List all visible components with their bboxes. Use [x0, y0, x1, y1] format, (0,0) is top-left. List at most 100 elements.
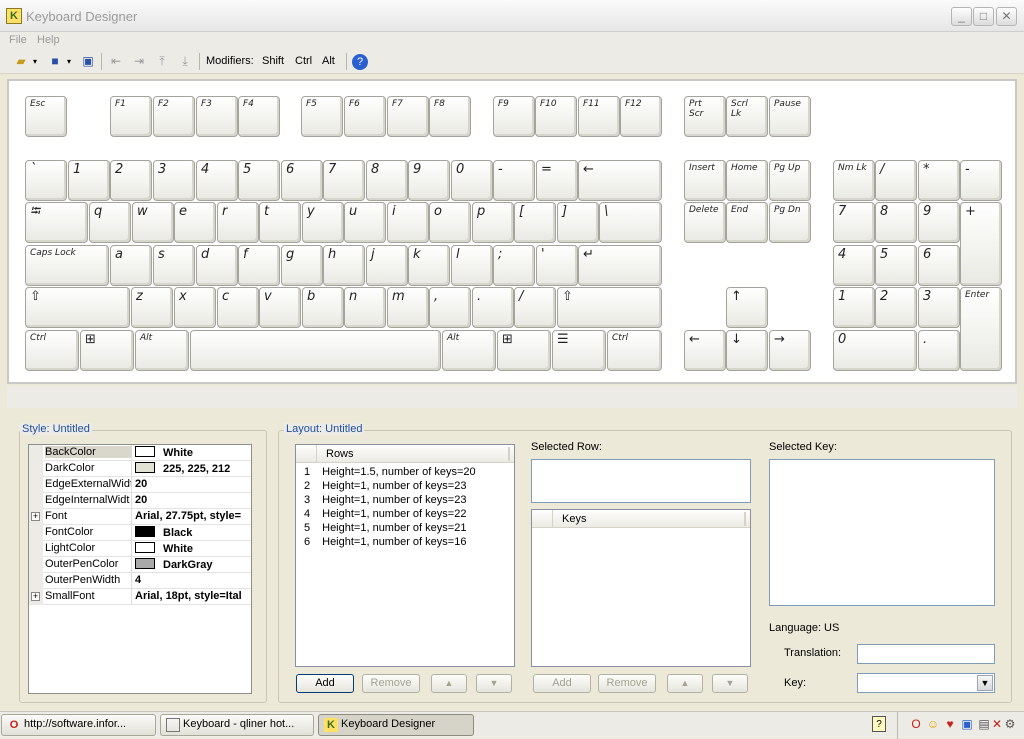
prop-row-lightcolor[interactable]: LightColor White — [29, 541, 251, 557]
taskbar-item-browser[interactable]: O http://software.infor... — [1, 714, 156, 736]
key-delete[interactable]: Delete — [684, 202, 726, 243]
list-item[interactable]: 4 Height=1, number of keys=22 — [304, 508, 466, 520]
key-a[interactable]: a — [110, 245, 152, 286]
key-z[interactable]: z — [131, 287, 173, 328]
prop-value[interactable]: 20 — [135, 494, 251, 506]
key-num-6[interactable]: 6 — [918, 245, 960, 286]
prop-value[interactable]: Arial, 18pt, style=Ital — [135, 590, 251, 602]
close-button[interactable]: ✕ — [996, 7, 1017, 26]
gear-icon[interactable]: ⚙ — [1003, 716, 1017, 732]
prop-value[interactable]: White — [135, 446, 251, 459]
key-left-alt[interactable]: Alt — [135, 330, 189, 371]
key-t[interactable]: t — [259, 202, 301, 243]
save-dropdown-icon[interactable]: ▾ — [64, 53, 74, 70]
prop-value[interactable]: Black — [135, 526, 251, 539]
key-j[interactable]: j — [366, 245, 408, 286]
opera-tray-icon[interactable]: O — [909, 716, 923, 732]
menu-file[interactable]: File — [9, 34, 27, 46]
selected-key-field[interactable] — [769, 459, 995, 606]
key-f[interactable]: f — [238, 245, 280, 286]
chevron-down-icon[interactable]: ▼ — [977, 675, 993, 691]
key-num-minus[interactable]: - — [960, 160, 1002, 201]
prop-row-smallfont[interactable]: + SmallFont Arial, 18pt, style=Ital — [29, 589, 251, 605]
move-up-icon[interactable]: ⤒ — [153, 53, 171, 70]
key-num-enter[interactable]: Enter — [960, 287, 1002, 371]
key-u[interactable]: u — [344, 202, 386, 243]
key-right-alt[interactable]: Alt — [442, 330, 496, 371]
key-r[interactable]: r — [217, 202, 259, 243]
prop-row-outerpencolor[interactable]: OuterPenColor DarkGray — [29, 557, 251, 573]
key-enter[interactable]: ↵ — [578, 245, 662, 286]
key-g[interactable]: g — [281, 245, 323, 286]
prop-row-font[interactable]: + Font Arial, 27.75pt, style= — [29, 509, 251, 525]
key-page-down[interactable]: Pg Dn — [769, 202, 811, 243]
key-insert[interactable]: Insert — [684, 160, 726, 201]
key-caps-lock[interactable]: Caps Lock — [25, 245, 109, 286]
key-k[interactable]: k — [408, 245, 450, 286]
open-dropdown-icon[interactable]: ▾ — [30, 53, 40, 70]
key-backspace[interactable]: ← — [578, 160, 662, 201]
key-s[interactable]: s — [153, 245, 195, 286]
key-equals[interactable]: = — [536, 160, 578, 201]
add-row-button[interactable]: Add — [296, 674, 354, 693]
list-item[interactable]: 2 Height=1, number of keys=23 — [304, 480, 466, 492]
key-pause[interactable]: Pause — [769, 96, 811, 137]
smiley-icon[interactable]: ☺ — [926, 716, 940, 732]
key-move-down-button[interactable]: ▼ — [712, 674, 748, 693]
key-o[interactable]: o — [429, 202, 471, 243]
property-grid[interactable]: BackColor White DarkColor 225, 225, 212 … — [28, 444, 252, 694]
key-right-shift[interactable]: ⇧ — [557, 287, 662, 328]
key-num-3[interactable]: 3 — [918, 287, 960, 328]
key-arrow-up[interactable]: ↑ — [726, 287, 768, 328]
key-f1[interactable]: F1 — [110, 96, 152, 137]
key-f3[interactable]: F3 — [196, 96, 238, 137]
key-scroll-lock[interactable]: Scrl Lk — [726, 96, 768, 137]
key-print-screen[interactable]: Prt Scr — [684, 96, 726, 137]
network-icon[interactable]: ▣ — [960, 716, 974, 732]
prop-row-outerpenwidth[interactable]: OuterPenWidth 4 — [29, 573, 251, 589]
add-key-button[interactable]: Add — [533, 674, 591, 693]
key-left-bracket[interactable]: [ — [514, 202, 556, 243]
move-down-icon[interactable]: ⤓ — [176, 53, 194, 70]
key-f10[interactable]: F10 — [535, 96, 577, 137]
title-bar[interactable]: K Keyboard Designer _ □ ✕ — [0, 0, 1024, 32]
prop-value[interactable]: 20 — [135, 478, 251, 490]
key-y[interactable]: y — [302, 202, 344, 243]
key-num-decimal[interactable]: . — [918, 330, 960, 371]
key-left-windows[interactable]: ⊞ — [80, 330, 134, 371]
expand-icon[interactable]: + — [31, 592, 40, 601]
prop-row-backcolor[interactable]: BackColor White — [29, 445, 251, 461]
list-item[interactable]: 3 Height=1, number of keys=23 — [304, 494, 466, 506]
key-3[interactable]: 3 — [153, 160, 195, 201]
key-b[interactable]: b — [302, 287, 344, 328]
list-item[interactable]: 1 Height=1.5, number of keys=20 — [304, 466, 476, 478]
help-icon[interactable]: ? — [352, 54, 368, 70]
key-d[interactable]: d — [196, 245, 238, 286]
key-f8[interactable]: F8 — [429, 96, 471, 137]
modifier-ctrl-button[interactable]: Ctrl — [295, 55, 312, 67]
move-left-icon[interactable]: ⇤ — [107, 53, 125, 70]
key-page-up[interactable]: Pg Up — [769, 160, 811, 201]
key-9[interactable]: 9 — [408, 160, 450, 201]
prop-row-edgeinternalwidth[interactable]: EdgeInternalWidt 20 — [29, 493, 251, 509]
key-num-9[interactable]: 9 — [918, 202, 960, 243]
move-right-icon[interactable]: ⇥ — [130, 53, 148, 70]
key-2[interactable]: 2 — [110, 160, 152, 201]
key-f2[interactable]: F2 — [153, 96, 195, 137]
key-space[interactable] — [190, 330, 441, 371]
key-right-ctrl[interactable]: Ctrl — [607, 330, 662, 371]
key-i[interactable]: i — [387, 202, 429, 243]
key-menu[interactable]: ☰ — [552, 330, 606, 371]
prop-value[interactable]: 225, 225, 212 — [135, 462, 251, 475]
key-tab[interactable]: ⭾ — [25, 202, 88, 243]
selected-row-field[interactable] — [531, 459, 751, 503]
key-c[interactable]: c — [217, 287, 259, 328]
key-num-7[interactable]: 7 — [833, 202, 875, 243]
key-num-multiply[interactable]: * — [918, 160, 960, 201]
key-slash[interactable]: / — [514, 287, 556, 328]
key-left-shift[interactable]: ⇧ — [25, 287, 130, 328]
rows-list[interactable]: Rows 1 Height=1.5, number of keys=20 2 Hei… — [295, 444, 515, 667]
key-q[interactable]: q — [89, 202, 131, 243]
expand-icon[interactable]: + — [31, 512, 40, 521]
rows-column-header[interactable]: Rows — [326, 448, 354, 460]
